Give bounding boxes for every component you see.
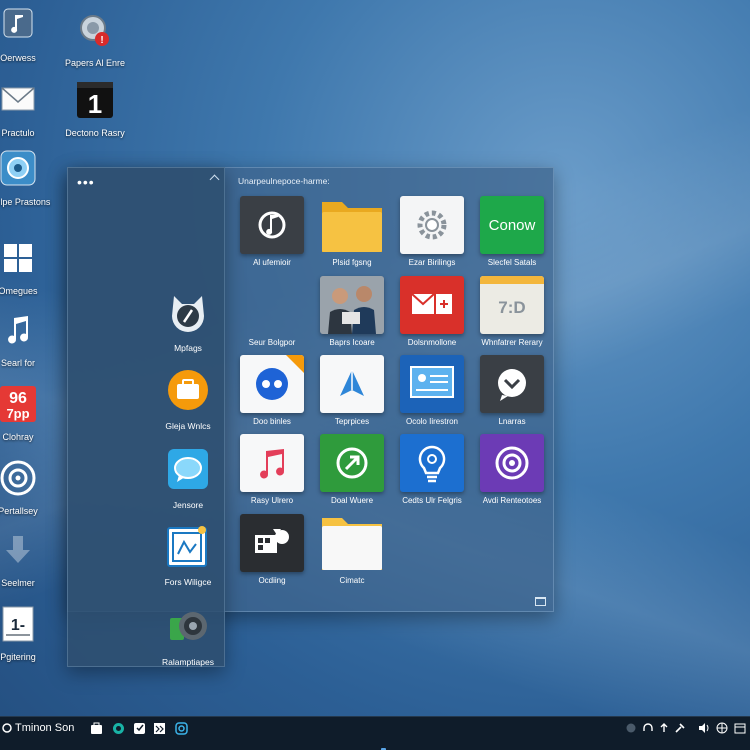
taskbar-title[interactable]: Tminon Son xyxy=(15,722,74,734)
calendar-96-icon: 96 7pp xyxy=(0,386,36,422)
windows-grid-icon xyxy=(4,244,32,272)
up-arrow-icon[interactable] xyxy=(658,722,670,734)
photo-editor-icon xyxy=(167,526,207,567)
left-app-gleja[interactable]: Gleja Wnlcs xyxy=(148,368,228,431)
circle-icon[interactable] xyxy=(625,722,637,734)
tile-teprpices[interactable]: Teprpices xyxy=(315,355,389,426)
arrow-circle-icon xyxy=(320,434,384,492)
desktop-icon-omegues[interactable]: Omegues xyxy=(0,238,58,296)
tile-seur[interactable]: Seur Bolgpor xyxy=(235,276,309,347)
left-app-mpfags[interactable]: Mpfags xyxy=(148,290,228,353)
chevron-up-icon[interactable] xyxy=(209,174,220,185)
target-camera-icon xyxy=(480,434,544,492)
mail-icon xyxy=(1,87,35,111)
music-note-badge-icon xyxy=(3,8,33,38)
tile-whnfatrer[interactable]: 7:D Whnfatrer Rerary xyxy=(475,276,549,347)
tile-plsid[interactable]: Plsid fgsng xyxy=(315,196,389,267)
target-icon xyxy=(0,460,36,496)
headphones-icon[interactable] xyxy=(642,722,654,734)
folder-icon xyxy=(320,196,384,254)
svg-text:1-: 1- xyxy=(11,617,25,634)
download-arrow-icon xyxy=(6,536,30,563)
desktop-icon-oerwess[interactable]: Oerwess xyxy=(0,5,58,63)
tile-ezar[interactable]: Ezar Birilings xyxy=(395,196,469,267)
tile-cimatc[interactable]: Cimatc xyxy=(315,514,389,585)
tile-doal[interactable]: Doal Wuere xyxy=(315,434,389,505)
svg-text:96: 96 xyxy=(9,390,27,407)
instagram-icon[interactable] xyxy=(175,722,188,735)
resize-icon[interactable] xyxy=(535,597,546,606)
desktop-icon-pertallsey[interactable]: Pertallsey xyxy=(0,458,58,516)
settings-gear-icon xyxy=(400,196,464,254)
chevron-chat-icon xyxy=(480,355,544,413)
svg-text:!: ! xyxy=(100,35,103,46)
more-options-icon[interactable]: ••• xyxy=(77,174,95,190)
tile-rasy[interactable]: Rasy Ulrero xyxy=(235,434,309,505)
circle-icon[interactable] xyxy=(112,722,125,735)
music-player-icon xyxy=(240,196,304,254)
tile-cedts[interactable]: Cedts Ulr Felgris xyxy=(395,434,469,505)
document-calendar-icon: 1- xyxy=(2,606,34,642)
blank-tile-icon xyxy=(240,276,304,334)
speaker-icon[interactable] xyxy=(698,722,710,734)
bookmark-icon[interactable] xyxy=(153,722,166,735)
archive-icon[interactable] xyxy=(133,722,146,735)
svg-text:7pp: 7pp xyxy=(6,406,29,421)
desktop-icon-vilelpe[interactable]: Vilelpe Prastons xyxy=(0,148,58,210)
tile-baprs[interactable]: Baprs Icoare xyxy=(315,276,389,347)
left-app-jensore[interactable]: Jensore xyxy=(148,447,228,510)
tile-lnarras[interactable]: Lnarras xyxy=(475,355,549,426)
lightbulb-icon xyxy=(400,434,464,492)
tile-slecfel[interactable]: Conow Slecfel Satals xyxy=(475,196,549,267)
paper-plane-icon xyxy=(320,355,384,413)
camera-lens-icon xyxy=(0,150,36,186)
cat-compass-icon xyxy=(172,296,204,332)
camera-recorder-icon xyxy=(170,612,207,640)
desktop-icon-seelmer[interactable]: Seelmer xyxy=(0,530,58,588)
chat-bubble-icon xyxy=(168,449,208,489)
desktop-icon-clohray[interactable]: 96 7pp Clohray xyxy=(0,384,58,442)
gear-badge-icon: ! xyxy=(80,15,109,46)
briefcase-icon xyxy=(168,370,208,410)
desktop-icon-practulo[interactable]: Practulo xyxy=(0,80,58,138)
conow-tile-icon: Conow xyxy=(480,196,544,254)
start-circle-icon[interactable] xyxy=(2,723,12,733)
presentation-icon xyxy=(400,355,464,413)
7d-text: 7:D xyxy=(498,298,526,317)
flickr-dots-icon xyxy=(240,355,304,413)
music-note-icon xyxy=(8,316,29,344)
grid-icon[interactable] xyxy=(716,722,728,734)
conow-text: Conow xyxy=(488,216,536,234)
tile-dolsnmollone[interactable]: Dolsnmollone xyxy=(395,276,469,347)
music-app-icon xyxy=(240,434,304,492)
tile-doo-binles[interactable]: Doo binles xyxy=(235,355,309,426)
desktop-icon-dectono[interactable]: 1 Dectono Rasry xyxy=(55,80,135,138)
desktop-icon-searl[interactable]: Searl for xyxy=(0,310,58,368)
tile-ocolo[interactable]: Ocolo Iirestron xyxy=(395,355,469,426)
panel-heading: Unarpeulnepoce-harme: xyxy=(238,176,330,186)
folder-white-icon xyxy=(320,514,384,572)
calendar-icon[interactable] xyxy=(734,722,746,734)
calendar-one-icon: 1 xyxy=(77,82,113,119)
tile-ocdiing[interactable]: Ocdiing xyxy=(235,514,309,585)
tile-al-ufemioir[interactable]: Al ufemioir xyxy=(235,196,309,267)
mail-plus-icon xyxy=(400,276,464,334)
people-photo-icon xyxy=(320,276,384,334)
film-editor-icon xyxy=(240,514,304,572)
briefcase-icon[interactable] xyxy=(90,722,103,735)
svg-text:1: 1 xyxy=(88,89,102,119)
tile-avdi[interactable]: Avdi Renteotoes xyxy=(475,434,549,505)
left-app-fors[interactable]: Fors Wiligce xyxy=(148,524,228,587)
desktop-icon-papers[interactable]: ! Papers Al Enre xyxy=(55,10,135,68)
taskbar: Tminon Son xyxy=(0,716,750,750)
tools-icon[interactable] xyxy=(674,722,686,734)
desktop-icon-pgitering[interactable]: 1- Pgitering xyxy=(0,604,58,662)
7d-calendar-icon: 7:D xyxy=(480,276,544,334)
left-app-ralamptiapes[interactable]: Ralamptiapes xyxy=(148,604,228,667)
